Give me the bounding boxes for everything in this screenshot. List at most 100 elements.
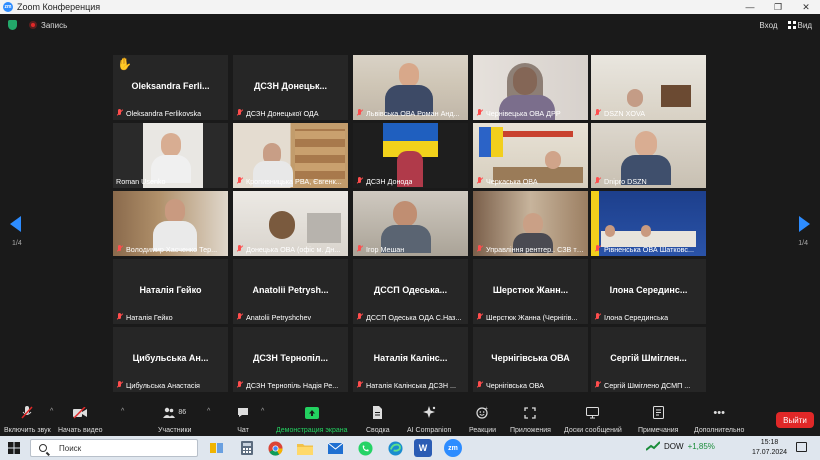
participant-tile[interactable]: Ілона Серединс... Ілона Серединська [591,259,706,324]
participant-tile[interactable]: Чернівецька ОВА ДРР [473,55,588,120]
chat-label: Чат [237,427,249,434]
whatsapp-icon[interactable] [356,439,374,457]
participant-tile[interactable]: Кропивницька РВА, Євгенк... [233,123,348,188]
participant-tile[interactable]: ДСЗН Тернопіл... ДСЗН Тернопіль Надія Ре… [233,327,348,392]
participant-name: Oleksandra Ferli... [131,81,210,91]
zoom-taskbar-icon[interactable]: zm [444,439,462,457]
participant-name: Наталія Гейко [139,285,202,295]
edge-browser-icon[interactable] [386,439,404,457]
ai-companion-button[interactable]: AI Companion [407,406,451,434]
participant-tile[interactable]: Володимир Хасченко Тер... [113,191,228,256]
participants-icon: 86 [160,406,190,419]
muted-microphone-icon [20,406,34,419]
muted-mic-icon [236,245,243,253]
minimize-button[interactable]: — [736,0,764,14]
unmute-button[interactable]: Включить звук [4,406,51,434]
audio-options-caret-icon[interactable]: ^ [50,408,53,415]
word-app-icon[interactable]: W [414,439,432,457]
prev-page-arrow-icon[interactable] [10,216,22,232]
muted-mic-icon [594,381,601,389]
leave-meeting-button[interactable]: Выйти [776,412,814,428]
participant-tile[interactable]: Черкаська ОВА [473,123,588,188]
participant-tile[interactable]: Шерстюк Жанн... Шерстюк Жанна (Чернігів.… [473,259,588,324]
close-button[interactable]: ✕ [792,0,820,14]
whiteboards-button[interactable]: Доски сообщений [564,406,622,434]
notes-button[interactable]: Примечания [638,406,678,434]
muted-mic-icon [356,109,363,117]
file-explorer-icon[interactable] [296,439,314,457]
stock-ticker-widget[interactable]: DOW +1,85% [646,441,715,451]
whiteboards-label: Доски сообщений [564,427,622,434]
participant-tile[interactable]: Наталія Гейко Наталія Гейко [113,259,228,324]
more-label: Дополнительно [694,427,745,434]
apps-label: Приложения [510,427,551,434]
participant-tile[interactable]: ДСЗН Донецьк... ДСЗН Донецької ОДА [233,55,348,120]
window-controls: — ❐ ✕ [736,0,820,14]
participant-tile[interactable]: Наталія Калінс... Наталія Калінська ДСЗН… [353,327,468,392]
apps-button[interactable]: Приложения [510,406,551,434]
taskbar-search-box[interactable]: Поиск [30,439,198,457]
next-page-arrow-icon[interactable] [798,216,810,232]
participant-tile[interactable]: Anatolii Petrysh... Anatolii Petryshchev [233,259,348,324]
participant-tile[interactable]: ДСЗН Донода [353,123,468,188]
participant-tile[interactable]: Чернігівська ОВА Чернігівська ОВА [473,327,588,392]
start-video-button[interactable]: Начать видео [58,406,102,434]
view-label: Вид [797,20,812,30]
participant-tile[interactable]: DSZN XOVA [591,55,706,120]
participant-name: Ілона Серединс... [609,285,688,295]
notification-center-icon[interactable] [796,442,807,452]
participant-tile[interactable]: ДССП Одеська... ДССП Одеська ОДА С.Наз..… [353,259,468,324]
muted-mic-icon [476,381,483,389]
participant-tile[interactable]: Управління рентгер.. СЗВ та ... [473,191,588,256]
summary-button[interactable]: Сводка [366,406,390,434]
mail-app-icon[interactable] [326,439,344,457]
login-button[interactable]: Вход [759,21,777,30]
chat-options-caret-icon[interactable]: ^ [261,408,264,415]
recording-label[interactable]: Запись [41,21,67,30]
participant-tile[interactable]: Сергій Шміглен... Сергій Шміглено ДСМП .… [591,327,706,392]
participant-label: Донецька ОВА (офіс м. Дн... [236,244,345,254]
view-button[interactable]: Вид [787,20,812,30]
apps-icon [523,406,537,419]
participant-label: ДССП Одеська ОДА С.Наз... [356,312,465,322]
calculator-app-icon[interactable] [238,439,256,457]
participant-tile[interactable]: Dnipro DSZN [591,123,706,188]
participant-label: Roman Usenko [116,176,225,186]
share-screen-label: Демонстрация экрана [276,427,348,434]
chat-button[interactable]: Чат [236,406,250,434]
participant-label-text: Roman Usenko [116,176,166,186]
video-options-caret-icon[interactable]: ^ [121,408,124,415]
participant-label-text: Ігор Мешан [366,244,405,254]
participants-button[interactable]: 86 Участники [158,406,191,434]
reactions-label: Реакции [469,427,497,434]
security-shield-icon[interactable] [8,20,17,30]
participant-tile[interactable]: Донецька ОВА (офіс м. Дн... [233,191,348,256]
participants-options-caret-icon[interactable]: ^ [207,408,210,415]
participant-tile[interactable]: ✋ Oleksandra Ferli... Oleksandra Ferliko… [113,55,228,120]
participant-label: Черкаська ОВА [476,176,585,186]
muted-mic-icon [116,381,123,389]
reactions-button[interactable]: + Реакции [469,406,496,434]
participants-count: 86 [178,409,187,416]
maximize-button[interactable]: ❐ [764,0,792,14]
more-button[interactable]: ••• Дополнительно [694,406,745,435]
participant-label-text: Сергій Шміглено ДСМП ... [604,380,691,390]
participant-label: Цибульська Анастасія [116,380,225,390]
participant-tile[interactable]: Ігор Мешан [353,191,468,256]
participant-tile[interactable]: Рівненська ОВА Шатковс... [591,191,706,256]
share-screen-button[interactable]: Демонстрация экрана [276,406,348,434]
participant-tile-active-speaker[interactable]: Roman Usenko [113,123,228,188]
task-view-icon[interactable] [208,439,226,457]
chrome-browser-icon[interactable] [266,439,284,457]
participant-name: Наталія Калінс... [373,353,448,363]
muted-mic-icon [476,245,483,253]
stock-ticker-change: +1,85% [687,441,715,451]
participant-label-text: Шерстюк Жанна (Чернігів... [486,312,578,322]
raised-hand-icon: ✋ [117,57,132,71]
stock-ticker-name: DOW [664,441,684,451]
windows-start-icon[interactable] [8,442,20,454]
taskbar-clock[interactable]: 15:18 17.07.2024 [752,438,787,458]
participant-tile[interactable]: Львівська ОВА Роман Анд... [353,55,468,120]
participant-label: ДСЗН Тернопіль Надія Ре... [236,380,345,390]
participant-tile[interactable]: Цибульська Ан... Цибульська Анастасія [113,327,228,392]
